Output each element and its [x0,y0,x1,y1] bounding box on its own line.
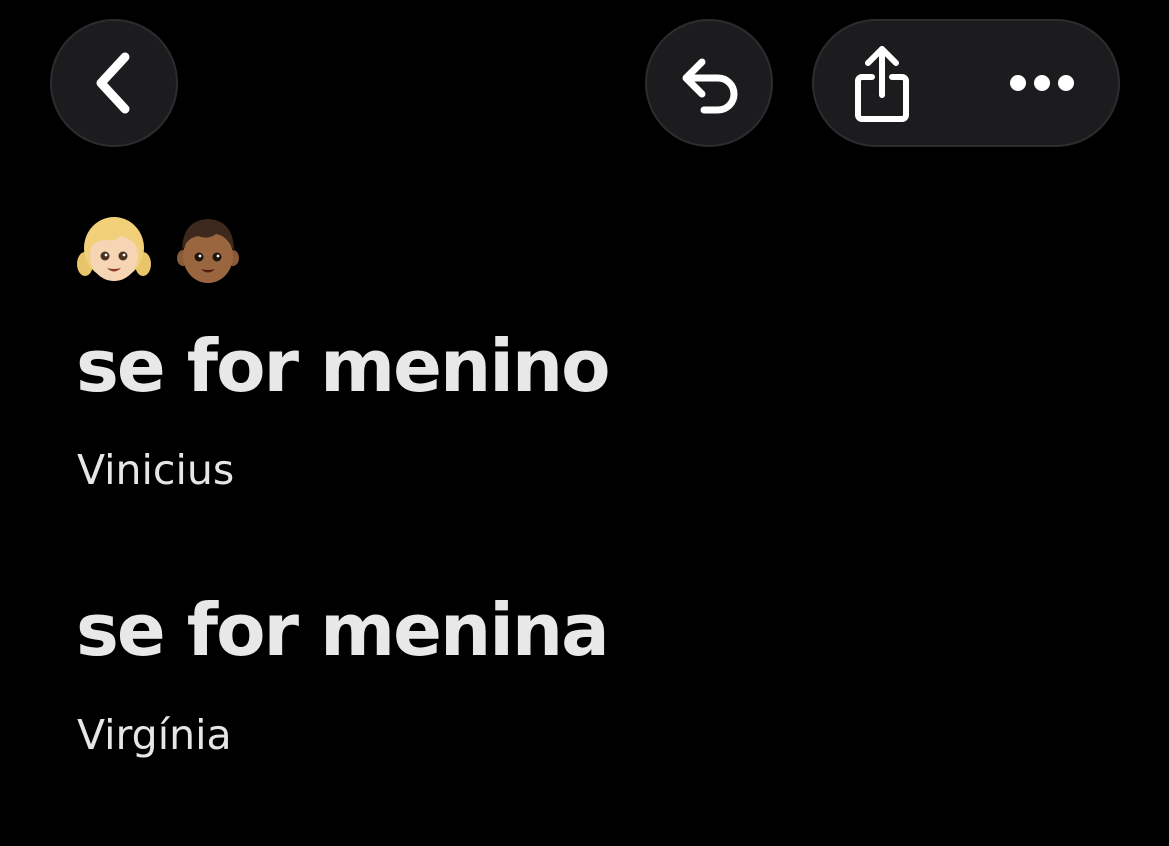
undo-arrow-icon [682,58,738,114]
heading-girl: se for menina [76,588,610,672]
name-girl: Virgínia [77,711,232,759]
girl-light-skin-emoji [77,217,151,281]
share-button[interactable] [832,19,932,147]
ellipsis-icon [1010,75,1074,91]
emoji-row [76,212,246,288]
name-boy: Vinicius [77,446,235,494]
share-icon [855,46,909,122]
back-button[interactable] [50,19,178,147]
undo-button[interactable] [645,19,773,147]
chevron-left-icon [96,52,130,114]
actions-pill [812,19,1120,147]
heading-boy: se for menino [76,324,611,408]
more-button[interactable] [992,19,1092,147]
boy-dark-skin-emoji [177,219,239,283]
